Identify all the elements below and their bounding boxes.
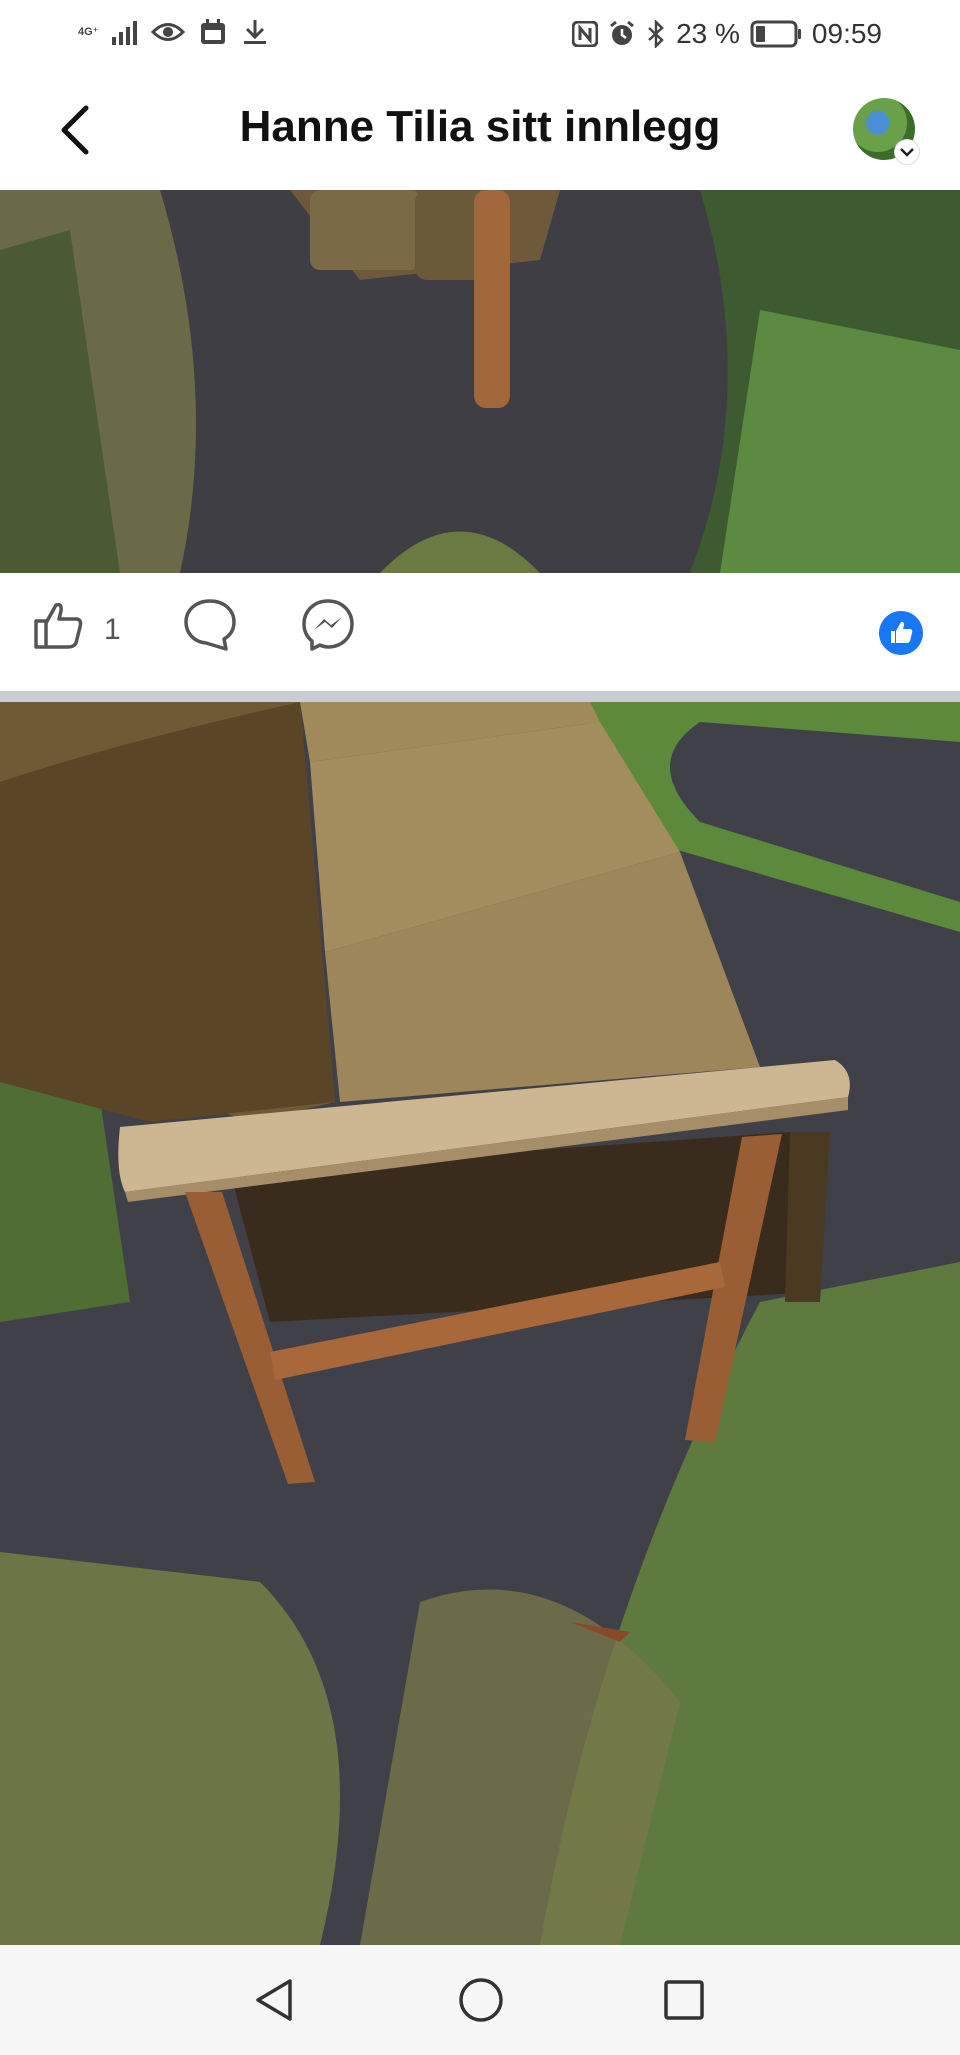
comment-button[interactable] — [182, 597, 238, 658]
post-header: Hanne Tilia sitt innlegg — [0, 72, 960, 190]
chevron-down-icon — [900, 148, 914, 157]
nfc-icon — [572, 21, 599, 47]
messenger-icon — [302, 599, 354, 651]
account-switch-badge — [895, 140, 919, 164]
chevron-left-icon — [61, 105, 89, 155]
battery-percent: 23 % — [676, 18, 740, 49]
navigation-bar — [0, 1945, 960, 2055]
page-title: Hanne Tilia sitt innlegg — [239, 102, 721, 151]
thumbs-up-icon — [34, 602, 83, 649]
thumbs-up-reaction-icon — [891, 621, 913, 643]
comment-bubble-icon — [184, 599, 236, 651]
alarm-icon — [610, 20, 635, 45]
post-photo-2[interactable] — [0, 702, 960, 1945]
status-left: 4G⁺ — [78, 18, 269, 46]
divider — [0, 691, 960, 702]
download-icon — [244, 20, 267, 44]
battery-icon — [750, 20, 801, 48]
like-reaction-icon[interactable] — [879, 611, 923, 655]
nav-home-button[interactable] — [456, 1975, 506, 2030]
signal-icon — [112, 19, 138, 45]
status-time: 09:59 — [811, 18, 882, 49]
square-recent-icon — [664, 1980, 704, 2020]
sofa-leg-image — [0, 190, 960, 573]
status-right: 23 % 09:59 — [572, 18, 882, 50]
nav-back-button[interactable] — [252, 1975, 296, 2030]
sofa-image — [0, 702, 960, 1945]
post-photo-1[interactable] — [0, 190, 960, 573]
eye-icon — [151, 23, 186, 41]
back-button[interactable] — [48, 100, 108, 160]
circle-home-icon — [459, 1978, 503, 2022]
like-button[interactable] — [30, 597, 86, 658]
messenger-button[interactable] — [300, 597, 356, 658]
status-bar: 4G⁺ 23 % 09:59 — [0, 0, 960, 72]
nav-recent-button[interactable] — [661, 1975, 707, 2030]
calendar-icon — [201, 19, 226, 44]
like-count: 1 — [104, 613, 121, 646]
network-type: 4G⁺ — [78, 25, 99, 38]
triangle-back-icon — [256, 1979, 292, 2021]
bluetooth-icon — [648, 20, 664, 48]
post-actions: 1 — [0, 573, 960, 691]
avatar[interactable] — [853, 98, 919, 164]
